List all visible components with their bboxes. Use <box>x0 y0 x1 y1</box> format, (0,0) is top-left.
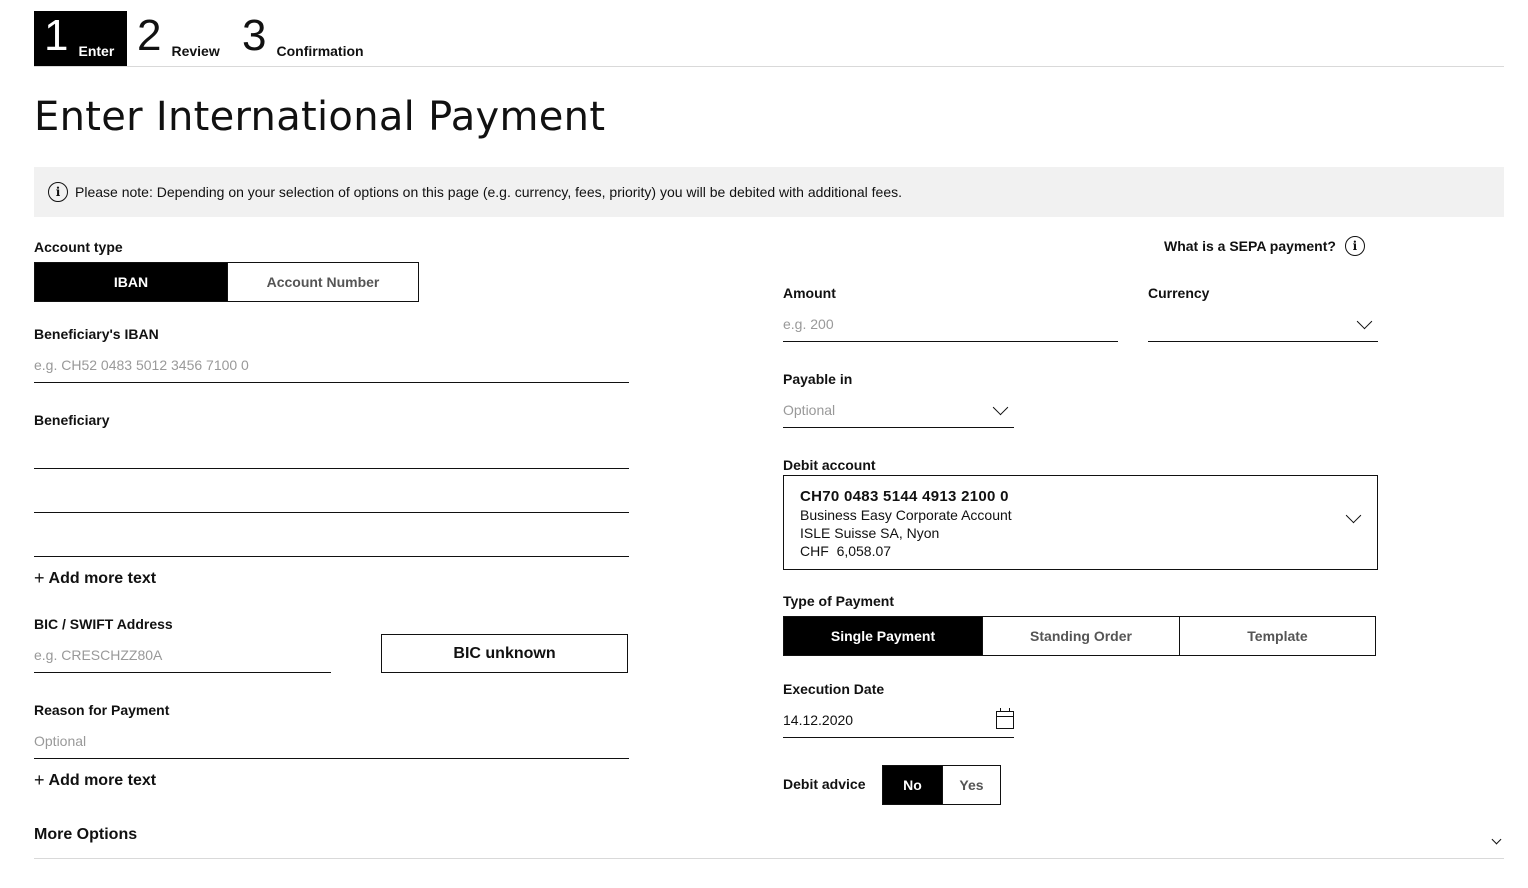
calendar-icon[interactable] <box>996 708 1014 729</box>
account-type-account-number-option[interactable]: Account Number <box>227 263 418 301</box>
debit-advice-label: Debit advice <box>783 776 866 792</box>
step-label: Review <box>171 43 220 59</box>
debit-account-select[interactable]: CH70 0483 5144 4913 2100 0 Business Easy… <box>783 475 1378 570</box>
beneficiary-iban-placeholder: e.g. CH52 0483 5012 3456 7100 0 <box>34 357 249 373</box>
chevron-down-icon <box>992 399 1009 415</box>
debit-account-balance: 6,058.07 <box>836 543 892 559</box>
reason-label: Reason for Payment <box>34 702 170 718</box>
account-type-label: Account type <box>34 239 123 255</box>
reason-placeholder: Optional <box>34 733 87 749</box>
payment-type-toggle: Single Payment Standing Order Template <box>783 616 1376 656</box>
more-options-label: More Options <box>34 826 138 843</box>
amount-placeholder: e.g. 200 <box>783 316 834 332</box>
step-enter: 1 Enter <box>34 11 127 66</box>
execution-date-value: 14.12.2020 <box>783 712 854 728</box>
execution-date-input[interactable]: 14.12.2020 <box>783 703 1014 738</box>
payment-type-label: Type of Payment <box>783 593 894 609</box>
payment-type-standing-order-option[interactable]: Standing Order <box>982 617 1179 655</box>
progress-stepper: 1 Enter 2 Review 3 Confirmation <box>34 11 1504 67</box>
chevron-down-icon <box>1491 834 1502 845</box>
step-number: 3 <box>242 11 267 60</box>
step-label: Enter <box>78 43 115 59</box>
debit-account-balance-line: CHF 6,058.07 <box>800 542 1361 560</box>
account-type-toggle: IBAN Account Number <box>34 262 419 302</box>
more-options-expander[interactable]: More Options <box>34 826 1504 859</box>
sepa-info-link[interactable]: What is a SEPA payment? i <box>1164 236 1365 256</box>
debit-advice-toggle: No Yes <box>882 765 1001 805</box>
payment-type-single-option[interactable]: Single Payment <box>784 617 982 655</box>
debit-account-iban: CH70 0483 5144 4913 2100 0 <box>800 488 1009 505</box>
currency-label: Currency <box>1148 285 1210 301</box>
bic-unknown-button[interactable]: BIC unknown <box>381 634 628 673</box>
beneficiary-add-more-button[interactable]: + Add more text <box>34 568 156 589</box>
step-confirmation: 3 Confirmation <box>242 11 364 66</box>
step-number: 2 <box>137 11 162 60</box>
info-icon: i <box>1344 236 1365 256</box>
reason-input[interactable]: Optional <box>34 724 629 759</box>
step-review: 2 Review <box>137 11 220 66</box>
reason-add-more-button[interactable]: + Add more text <box>34 770 156 791</box>
beneficiary-line-2-input[interactable] <box>34 478 629 513</box>
bic-input[interactable]: e.g. CRESCHZZ80A <box>34 638 331 673</box>
add-more-label: Add more text <box>48 771 157 789</box>
debit-account-currency: CHF <box>800 543 829 559</box>
chevron-down-icon <box>1356 313 1373 329</box>
beneficiary-line-1-input[interactable] <box>34 434 629 469</box>
plus-icon: + <box>34 568 45 588</box>
info-icon: i <box>48 182 68 202</box>
execution-date-label: Execution Date <box>783 681 885 697</box>
payable-in-select[interactable]: Optional <box>783 393 1014 428</box>
page-title: Enter International Payment <box>34 94 606 140</box>
add-more-label: Add more text <box>48 569 157 587</box>
bic-label: BIC / SWIFT Address <box>34 616 173 632</box>
notice-text: Please note: Depending on your selection… <box>75 184 903 200</box>
bic-placeholder: e.g. CRESCHZZ80A <box>34 647 163 663</box>
debit-account-name: Business Easy Corporate Account <box>800 507 1012 523</box>
payable-in-placeholder: Optional <box>783 402 836 418</box>
account-type-iban-option[interactable]: IBAN <box>35 263 227 301</box>
fee-notice: i Please note: Depending on your selecti… <box>34 167 1504 217</box>
debit-advice-yes-option[interactable]: Yes <box>942 766 1000 804</box>
debit-account-label: Debit account <box>783 457 876 473</box>
payment-type-template-option[interactable]: Template <box>1179 617 1375 655</box>
step-label: Confirmation <box>276 43 364 59</box>
debit-advice-no-option[interactable]: No <box>883 766 942 804</box>
beneficiary-line-3-input[interactable] <box>34 522 629 557</box>
step-number: 1 <box>44 11 69 60</box>
sepa-link-text: What is a SEPA payment? <box>1164 238 1336 254</box>
payable-in-label: Payable in <box>783 371 853 387</box>
beneficiary-iban-label: Beneficiary's IBAN <box>34 326 159 342</box>
currency-select[interactable] <box>1148 307 1378 342</box>
beneficiary-iban-input[interactable]: e.g. CH52 0483 5012 3456 7100 0 <box>34 348 629 383</box>
debit-account-holder: ISLE Suisse SA, Nyon <box>800 525 940 541</box>
amount-label: Amount <box>783 285 836 301</box>
beneficiary-label: Beneficiary <box>34 412 110 428</box>
plus-icon: + <box>34 770 45 790</box>
amount-input[interactable]: e.g. 200 <box>783 307 1118 342</box>
